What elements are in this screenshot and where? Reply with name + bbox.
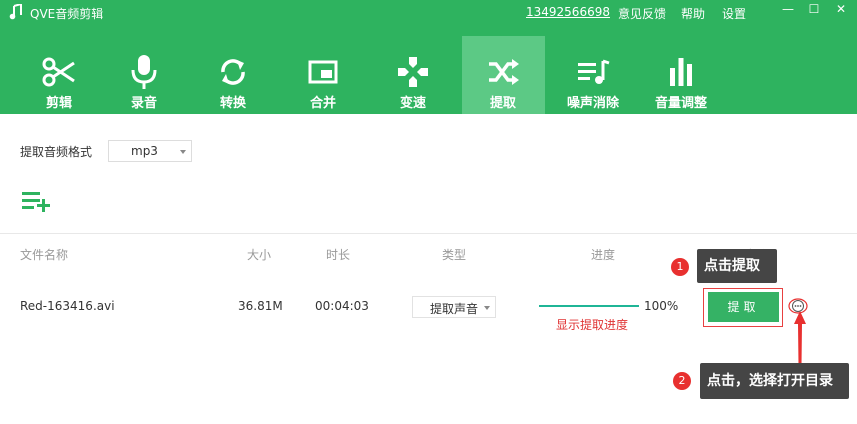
title-bar: QVE音频剪辑 13492566698 意见反馈 帮助 设置 — ☐ ✕ [0, 0, 857, 26]
callout-extract: 点击提取 [697, 249, 777, 283]
format-dropdown[interactable]: mp3 [108, 140, 192, 162]
tab-volume[interactable]: 音量调整 [640, 40, 722, 114]
tab-merge[interactable]: 合并 [282, 40, 364, 114]
format-value: mp3 [131, 144, 158, 158]
step-badge-2: 2 [673, 372, 691, 390]
arrow-up-icon [794, 311, 806, 365]
tab-label: 提取 [489, 96, 516, 111]
callout-open-directory: 点击，选择打开目录 [700, 363, 849, 399]
column-header-duration: 时长 [326, 248, 351, 262]
scissors-icon [42, 57, 75, 87]
gamepad-icon [398, 57, 428, 87]
file-duration: 00:04:03 [315, 299, 369, 313]
tab-label: 噪声消除 [566, 96, 619, 111]
music-list-icon [578, 59, 610, 84]
music-note-icon [9, 4, 22, 20]
tab-label: 变速 [399, 96, 426, 111]
add-file-icon[interactable] [22, 190, 50, 212]
tab-label: 剪辑 [45, 96, 72, 111]
step-badge-1: 1 [671, 258, 689, 276]
app-title: QVE音频剪辑 [30, 7, 104, 21]
chevron-down-icon [484, 306, 490, 310]
extract-button[interactable]: 提取 [708, 292, 779, 322]
file-size: 36.81M [238, 299, 283, 313]
progress-bar [539, 305, 639, 307]
maximize-button[interactable]: ☐ [802, 2, 826, 22]
refresh-icon [221, 59, 245, 85]
tab-cut[interactable]: 剪辑 [18, 40, 100, 114]
tab-record[interactable]: 录音 [103, 40, 185, 114]
column-header-type: 类型 [442, 248, 467, 262]
tab-label: 合并 [309, 96, 336, 111]
tab-label: 音量调整 [654, 96, 707, 111]
picture-in-picture-icon [308, 60, 338, 84]
minimize-button[interactable]: — [776, 2, 800, 22]
bar-chart-icon [670, 58, 692, 86]
settings-link[interactable]: 设置 [722, 5, 746, 22]
file-name: Red-163416.avi [20, 299, 115, 313]
header-bar: QVE音频剪辑 13492566698 意见反馈 帮助 设置 — ☐ ✕ 剪辑 … [0, 0, 857, 114]
tool-tabs: 剪辑 录音 转换 合并 变速 提取 噪声消除 音量调整 [18, 36, 758, 114]
format-label: 提取音频格式 [20, 145, 93, 159]
help-link[interactable]: 帮助 [681, 5, 705, 22]
chevron-down-icon [180, 150, 186, 154]
column-header-size: 大小 [247, 248, 272, 262]
feedback-link[interactable]: 意见反馈 [618, 5, 666, 22]
tab-extract[interactable]: 提取 [462, 36, 545, 114]
tab-convert[interactable]: 转换 [192, 40, 274, 114]
divider [0, 233, 857, 234]
progress-percent: 100% [644, 299, 679, 313]
progress-annotation: 显示提取进度 [556, 318, 629, 332]
type-value: 提取声音 [430, 302, 479, 316]
phone-link[interactable]: 13492566698 [526, 5, 610, 19]
type-dropdown[interactable]: 提取声音 [412, 296, 496, 318]
column-header-name: 文件名称 [20, 248, 69, 262]
tab-label: 转换 [219, 96, 246, 111]
close-button[interactable]: ✕ [829, 2, 853, 22]
tab-label: 录音 [130, 96, 157, 111]
tab-denoise[interactable]: 噪声消除 [552, 40, 634, 114]
progress-fill [539, 305, 639, 307]
tab-speed[interactable]: 变速 [372, 40, 454, 114]
shuffle-icon [489, 59, 519, 85]
microphone-icon [131, 55, 157, 89]
column-header-progress: 进度 [591, 248, 616, 262]
